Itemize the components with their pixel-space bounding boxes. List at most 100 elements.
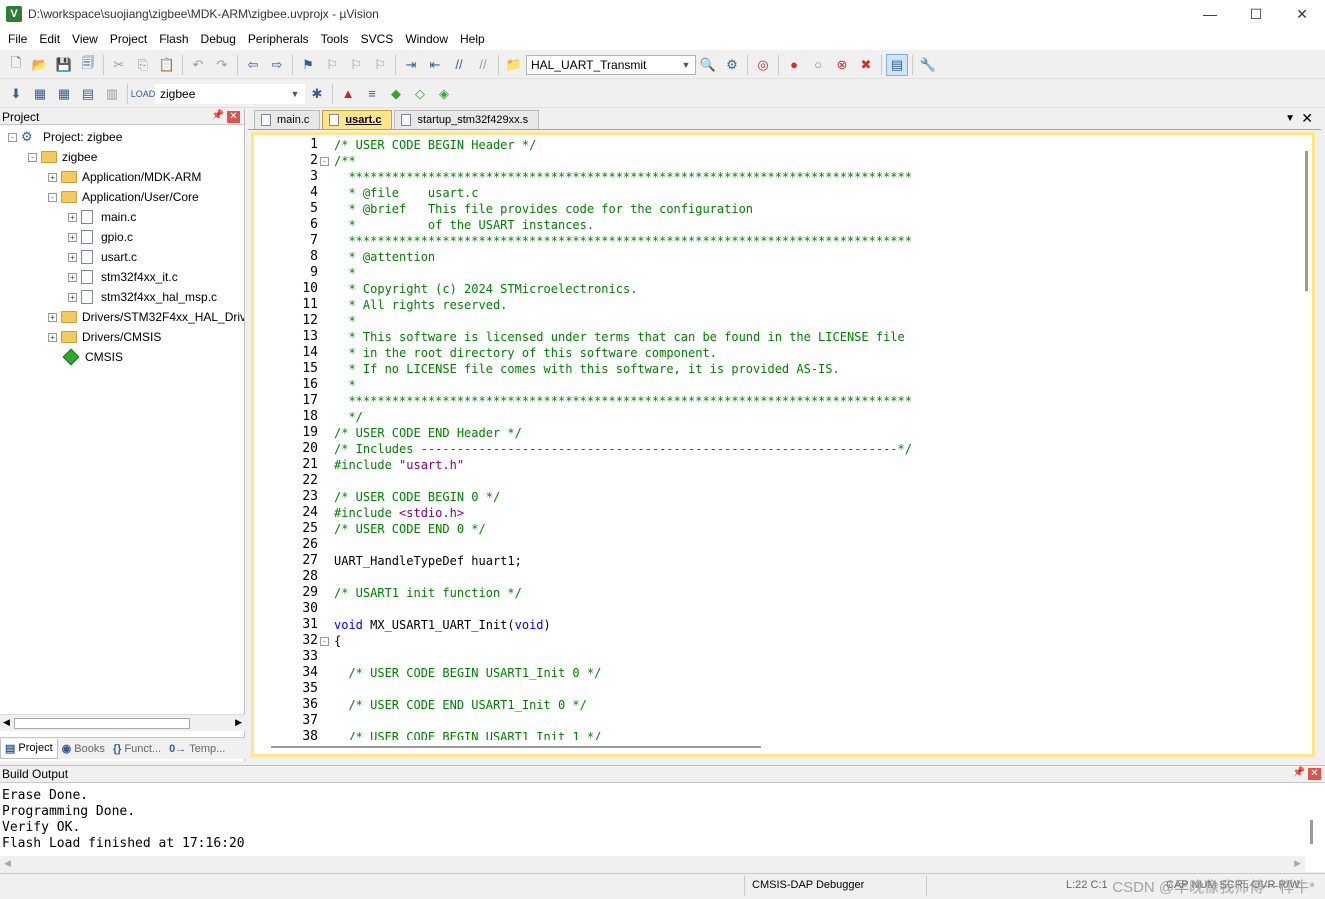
manage-project-items-icon[interactable]: ▲ xyxy=(337,83,359,105)
chevron-down-icon[interactable]: ▼ xyxy=(288,86,302,102)
scroll-thumb[interactable] xyxy=(14,718,190,729)
download-flash-icon[interactable]: LOAD xyxy=(131,83,156,105)
scroll-right-icon[interactable]: ▶ xyxy=(235,717,242,728)
expand-icon[interactable]: + xyxy=(68,292,77,302)
undo-icon[interactable]: ↶ xyxy=(187,54,209,76)
breakpoint-insert-icon[interactable]: ● xyxy=(783,54,805,76)
comment-icon[interactable]: // xyxy=(448,54,470,76)
close-icon[interactable]: ✕ xyxy=(227,111,240,123)
event-recorder-icon[interactable]: ◈ xyxy=(433,83,455,105)
editor-vscroll[interactable] xyxy=(1300,135,1312,740)
cut-icon[interactable]: ✂ xyxy=(108,54,130,76)
uncomment-icon[interactable]: // xyxy=(472,54,494,76)
tree-item[interactable]: + Drivers/CMSIS xyxy=(48,327,161,347)
expand-icon[interactable]: + xyxy=(68,212,77,222)
unindent-icon[interactable]: ⇤ xyxy=(424,54,446,76)
copy-icon[interactable]: ⎘ xyxy=(132,54,154,76)
tree-item[interactable]: - Application/User/Core xyxy=(48,187,199,207)
menu-debug[interactable]: Debug xyxy=(195,28,242,50)
menu-peripherals[interactable]: Peripherals xyxy=(242,28,315,50)
bookmark-clear-icon[interactable]: ⚐ xyxy=(369,54,391,76)
build-icon[interactable]: ▦ xyxy=(29,83,51,105)
tree-item[interactable]: CMSIS xyxy=(48,347,123,367)
chevron-down-icon[interactable]: ▼ xyxy=(679,57,693,73)
new-file-icon[interactable]: 🗋 xyxy=(5,54,27,76)
expand-icon[interactable]: + xyxy=(48,172,57,182)
code-editor[interactable]: 1 2-3 4 5 6 7 8 9 10 11 12 13 14 15 16 17 18 19 20 21 22 23 24… xyxy=(251,132,1315,757)
menu-view[interactable]: View xyxy=(66,28,104,50)
menu-project[interactable]: Project xyxy=(104,28,153,50)
save-all-icon[interactable]: 🗐 xyxy=(77,54,99,76)
window-layout-icon[interactable]: ▤ xyxy=(886,53,908,76)
editor-tab-startup_stm32f429xx-s[interactable]: startup_stm32f429xx.s xyxy=(394,110,540,129)
tree-item[interactable]: - ⚙ Project: zigbee xyxy=(8,127,122,147)
find-icon[interactable]: 🔍 xyxy=(697,54,719,76)
menu-tools[interactable]: Tools xyxy=(315,28,355,50)
scroll-thumb[interactable] xyxy=(271,746,761,748)
pin-icon[interactable]: 📌 xyxy=(1293,767,1305,778)
collapse-icon[interactable]: - xyxy=(8,132,17,142)
minimize-button[interactable]: — xyxy=(1187,0,1233,28)
scroll-thumb[interactable] xyxy=(1305,151,1308,291)
tree-item[interactable]: + Drivers/STM32F4xx_HAL_Drive xyxy=(48,307,244,327)
bookmark-prev-icon[interactable]: ⚐ xyxy=(321,54,343,76)
tree-item[interactable]: + stm32f4xx_hal_msp.c xyxy=(68,287,217,307)
rebuild-icon[interactable]: ▦ xyxy=(53,83,75,105)
editor-tab-usart-c[interactable]: usart.c xyxy=(322,110,393,129)
pin-icon[interactable]: 📌 xyxy=(212,110,224,121)
close-window-button[interactable]: ✕ xyxy=(1279,0,1325,28)
menu-file[interactable]: File xyxy=(2,28,33,50)
menu-edit[interactable]: Edit xyxy=(33,28,66,50)
paste-icon[interactable]: 📋 xyxy=(156,54,178,76)
menu-help[interactable]: Help xyxy=(454,28,491,50)
find-combo[interactable]: HAL_UART_Transmit ▼ xyxy=(526,54,696,75)
tree-item[interactable]: + main.c xyxy=(68,207,136,227)
collapse-icon[interactable]: - xyxy=(28,152,37,162)
select-packs-icon[interactable]: ≡ xyxy=(361,83,383,105)
breakpoint-kill-all-icon[interactable]: ✖ xyxy=(855,54,877,76)
pane-tab-funct[interactable]: {} Funct... xyxy=(109,739,165,759)
fold-toggle-icon[interactable]: - xyxy=(320,637,329,646)
manage-rte-icon[interactable]: ◆ xyxy=(385,83,407,105)
menu-svcs[interactable]: SVCS xyxy=(355,28,400,50)
pane-tab-books[interactable]: ◉ Books xyxy=(58,739,109,759)
open-folder-icon[interactable]: 📂 xyxy=(29,54,51,76)
redo-icon[interactable]: ↷ xyxy=(211,54,233,76)
find-in-files-icon[interactable]: 📁 xyxy=(503,54,525,76)
editor-tab-main-c[interactable]: main.c xyxy=(254,110,321,129)
indent-icon[interactable]: ⇥ xyxy=(400,54,422,76)
breakpoint-enable-icon[interactable]: ○ xyxy=(807,54,829,76)
build-output-vscroll[interactable] xyxy=(1310,820,1313,844)
close-tab-icon[interactable]: ✕ xyxy=(1301,110,1313,127)
expand-icon[interactable]: + xyxy=(68,272,77,282)
expand-icon[interactable]: + xyxy=(68,252,77,262)
build-output-hscroll[interactable]: ◀ ▶ xyxy=(0,856,1305,872)
target-options-icon[interactable]: ✱ xyxy=(306,83,328,105)
editor-hscroll[interactable] xyxy=(254,740,1304,754)
expand-icon[interactable]: + xyxy=(48,332,57,342)
batch-build-icon[interactable]: ▤ xyxy=(77,83,99,105)
pane-tab-project[interactable]: ▤ Project xyxy=(0,738,58,759)
target-combo[interactable]: zigbee ▼ xyxy=(155,83,305,104)
scroll-left-icon[interactable]: ◀ xyxy=(4,858,11,869)
code-text[interactable]: /* USER CODE BEGIN Header *//** ********… xyxy=(334,135,1304,740)
tree-item[interactable]: - zigbee xyxy=(28,147,97,167)
navigate-forward-icon[interactable]: ⇨ xyxy=(266,54,288,76)
tab-list-dropdown-icon[interactable]: ▼ xyxy=(1285,113,1295,124)
tree-item[interactable]: + stm32f4xx_it.c xyxy=(68,267,178,287)
debug-session-icon[interactable]: ◎ xyxy=(752,54,774,76)
tree-item[interactable]: + Application/MDK-ARM xyxy=(48,167,201,187)
pane-tab-temp[interactable]: 0→ Temp... xyxy=(165,739,229,759)
tree-item[interactable]: + gpio.c xyxy=(68,227,133,247)
breakpoint-disable-all-icon[interactable]: ⊗ xyxy=(831,54,853,76)
menu-flash[interactable]: Flash xyxy=(153,28,194,50)
save-icon[interactable]: 💾 xyxy=(53,54,75,76)
close-icon[interactable]: ✕ xyxy=(1308,768,1321,780)
scroll-right-icon[interactable]: ▶ xyxy=(1294,858,1301,869)
scroll-left-icon[interactable]: ◀ xyxy=(3,717,10,728)
incremental-find-icon[interactable]: ⚙ xyxy=(721,54,743,76)
translate-icon[interactable]: ⬇ xyxy=(5,83,27,105)
navigate-back-icon[interactable]: ⇦ xyxy=(242,54,264,76)
tree-item[interactable]: + usart.c xyxy=(68,247,137,267)
menu-window[interactable]: Window xyxy=(399,28,454,50)
